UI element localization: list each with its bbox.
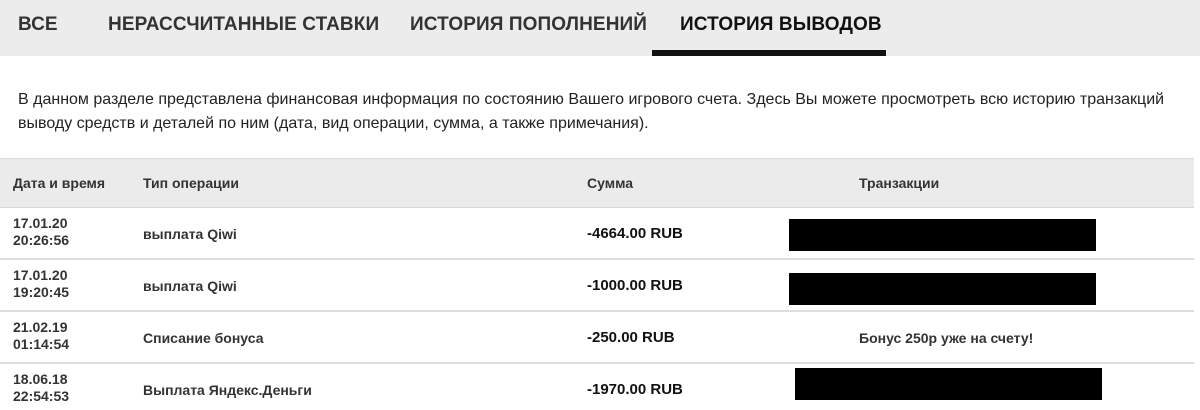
header-date: Дата и время xyxy=(13,175,106,191)
row-datetime: 17.01.20 20:26:56 xyxy=(13,215,69,249)
tab-bar: ВСЕ НЕРАССЧИТАННЫЕ СТАВКИ ИСТОРИЯ ПОПОЛН… xyxy=(0,0,1200,56)
row-date: 18.06.18 xyxy=(13,371,68,387)
active-tab-indicator xyxy=(652,50,886,56)
redacted-transaction xyxy=(789,219,1096,251)
tab-unsettled-bets[interactable]: НЕРАССЧИТАННЫЕ СТАВКИ xyxy=(108,0,379,56)
row-date: 21.02.19 xyxy=(13,319,68,335)
row-operation-type: выплата Qiwi xyxy=(143,226,237,242)
row-datetime: 18.06.18 22:54:53 xyxy=(13,371,69,405)
row-time: 22:54:53 xyxy=(13,388,70,404)
row-operation-type: Списание бонуса xyxy=(143,330,264,346)
row-sum: -1000.00 RUB xyxy=(587,277,683,294)
header-sum: Сумма xyxy=(587,175,634,191)
row-sum: -4664.00 RUB xyxy=(587,225,683,242)
tab-deposit-history[interactable]: ИСТОРИЯ ПОПОЛНЕНИЙ xyxy=(410,0,647,56)
row-sum: -250.00 RUB xyxy=(587,329,675,346)
description-line-1: В данном разделе представлена финансовая… xyxy=(18,91,1165,108)
table-row: 17.01.20 20:26:56 выплата Qiwi -4664.00 … xyxy=(0,208,1194,260)
table-header: Дата и время Тип операции Сумма Транзакц… xyxy=(0,158,1194,208)
table-row: 17.01.20 19:20:45 выплата Qiwi -1000.00 … xyxy=(0,260,1194,312)
row-time: 20:26:56 xyxy=(13,232,70,248)
table-row: 18.06.18 22:54:53 Выплата Яндекс.Деньги … xyxy=(0,364,1194,410)
table-row: 21.02.19 01:14:54 Списание бонуса -250.0… xyxy=(0,312,1194,364)
row-sum: -1970.00 RUB xyxy=(587,381,683,398)
row-transaction-note: Бонус 250р уже на счету! xyxy=(859,330,1034,346)
row-date: 17.01.20 xyxy=(13,215,68,231)
row-time: 01:14:54 xyxy=(13,336,70,352)
section-description: В данном разделе представлена финансовая… xyxy=(18,88,1200,136)
header-transactions: Транзакции xyxy=(859,175,940,191)
row-datetime: 21.02.19 01:14:54 xyxy=(13,319,69,353)
header-operation-type: Тип операции xyxy=(143,175,239,191)
tab-withdrawal-history-label: ИСТОРИЯ ВЫВОДОВ xyxy=(680,14,882,35)
redacted-transaction xyxy=(795,368,1102,400)
redacted-transaction xyxy=(789,273,1096,305)
row-operation-type: Выплата Яндекс.Деньги xyxy=(143,382,312,398)
row-time: 19:20:45 xyxy=(13,284,70,300)
row-datetime: 17.01.20 19:20:45 xyxy=(13,267,69,301)
row-operation-type: выплата Qiwi xyxy=(143,278,237,294)
tab-withdrawal-history[interactable]: ИСТОРИЯ ВЫВОДОВ xyxy=(652,0,886,56)
row-date: 17.01.20 xyxy=(13,267,68,283)
tab-all[interactable]: ВСЕ xyxy=(18,0,58,56)
description-line-2: выводу средств и деталей по ним (дата, в… xyxy=(18,115,649,132)
